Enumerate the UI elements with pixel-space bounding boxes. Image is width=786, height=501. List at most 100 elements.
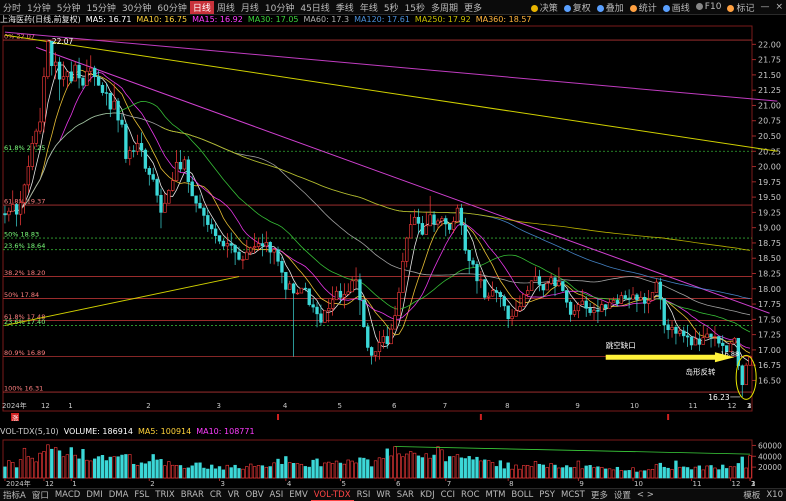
volume-bar xyxy=(174,465,179,479)
candle-body xyxy=(467,249,471,261)
volume-bar xyxy=(385,448,389,479)
candle-body xyxy=(65,71,70,78)
volume-bar xyxy=(65,454,70,479)
candle-body xyxy=(280,260,284,273)
volume-bar xyxy=(416,455,421,479)
candle-body xyxy=(596,309,600,312)
price-chart[interactable]: 16.50 16.75 17.00 17.25 17.50 17.75 18.00 18.25… xyxy=(0,0,786,500)
volume-bar xyxy=(393,446,397,479)
candle xyxy=(494,286,499,303)
indicator-tab-6[interactable]: TRIX xyxy=(152,490,177,500)
candle xyxy=(57,57,62,101)
indicator-tab-3[interactable]: DMI xyxy=(83,490,105,500)
volume-bar xyxy=(721,464,725,479)
candle xyxy=(420,216,425,236)
candle-body xyxy=(299,287,304,294)
candle-body xyxy=(432,214,436,225)
volume-bar xyxy=(623,470,627,479)
indicator-tab-18[interactable]: CCI xyxy=(438,490,458,500)
indicator-tab-7[interactable]: BRAR xyxy=(178,490,207,500)
candle-body xyxy=(689,336,694,346)
candle-body xyxy=(346,291,350,295)
candle-body xyxy=(132,150,136,152)
volume-bar xyxy=(748,455,752,479)
volume-bar xyxy=(736,463,741,479)
candle xyxy=(143,148,148,173)
indicator-tab-21[interactable]: BOLL xyxy=(508,490,536,500)
indicator-tab-15[interactable]: WR xyxy=(373,490,393,500)
candle-body xyxy=(327,308,331,312)
indicator-tab-24[interactable]: 更多 xyxy=(588,489,611,501)
candle-body xyxy=(307,288,311,305)
candle xyxy=(596,298,600,323)
volume-bar xyxy=(479,460,483,479)
indicator-tab-0[interactable]: 指标A xyxy=(0,489,29,501)
indicator-tab-20[interactable]: MTM xyxy=(483,490,509,500)
candle-body xyxy=(568,301,573,315)
candle xyxy=(635,293,639,312)
y-tick-label: 19.50 xyxy=(758,193,781,202)
candle-body xyxy=(526,290,530,295)
indicator-tab-8[interactable]: CR xyxy=(207,490,225,500)
volume-bar xyxy=(30,457,34,479)
volume-bar xyxy=(350,460,354,479)
candle xyxy=(315,302,319,328)
volume-bar xyxy=(502,468,506,479)
indicator-tab-12[interactable]: EMV xyxy=(286,490,311,500)
candle-body xyxy=(510,315,514,320)
indicator-tab-5[interactable]: FSL xyxy=(131,490,152,500)
x-axis-label: 1 xyxy=(68,402,72,410)
candle-body xyxy=(600,304,604,312)
volume-bar xyxy=(568,467,573,479)
volume-bar xyxy=(389,455,393,479)
volume-bar xyxy=(611,469,616,479)
indicator-tab-19[interactable]: ROC xyxy=(458,490,483,500)
candle xyxy=(537,269,542,292)
candle xyxy=(588,302,592,316)
candle xyxy=(260,233,265,257)
indicator-tab-17[interactable]: KDJ xyxy=(417,490,438,500)
x-tick-label: 6 xyxy=(396,480,401,488)
indicator-tab-23[interactable]: MCST xyxy=(558,490,588,500)
candle-body xyxy=(580,300,584,305)
volume-bar xyxy=(194,462,198,479)
y-tick-label: 17.00 xyxy=(758,346,781,355)
volume-bar xyxy=(53,447,58,479)
module-button-0[interactable]: 模板 xyxy=(740,489,763,501)
volume-bar xyxy=(284,456,288,479)
volume-bar xyxy=(182,468,187,479)
volume-bar xyxy=(643,470,647,479)
indicator-tab-22[interactable]: PSY xyxy=(536,490,558,500)
volume-bar xyxy=(467,456,471,479)
fib-level-label: 61.8% 20.25 xyxy=(4,144,45,152)
candle-body xyxy=(186,159,190,183)
indicator-tab-1[interactable]: 窗口 xyxy=(29,489,52,501)
candle xyxy=(291,282,296,357)
x-tick-label: 2024年 xyxy=(6,479,31,488)
indicator-tab-13[interactable]: VOL-TDX xyxy=(310,490,354,501)
candle-body xyxy=(529,280,534,291)
event-marker xyxy=(667,414,670,420)
candle-body xyxy=(420,223,425,235)
candle-body xyxy=(100,84,105,93)
module-button-1[interactable]: X10 xyxy=(763,490,786,500)
volume-bar xyxy=(256,465,261,479)
volume-bar xyxy=(615,466,620,479)
indicator-tab-4[interactable]: DMA xyxy=(106,490,132,500)
volume-bar xyxy=(362,457,366,479)
indicator-tab-10[interactable]: OBV xyxy=(242,490,266,500)
indicator-tab-9[interactable]: VR xyxy=(225,490,243,500)
candle xyxy=(163,193,167,213)
volume-bar xyxy=(701,469,705,479)
indicator-tab-16[interactable]: SAR xyxy=(394,490,417,500)
volume-bar xyxy=(596,466,600,479)
nav-arrows[interactable]: < > xyxy=(634,490,657,500)
indicator-tab-25[interactable]: 设置 xyxy=(611,489,634,501)
volume-bar xyxy=(666,467,670,479)
indicator-tab-11[interactable]: ASI xyxy=(267,490,287,500)
candle xyxy=(448,223,452,234)
volume-bar xyxy=(323,462,327,479)
indicator-tab-2[interactable]: MACD xyxy=(52,490,83,500)
indicator-tab-14[interactable]: RSI xyxy=(354,490,374,500)
candle xyxy=(744,362,748,386)
